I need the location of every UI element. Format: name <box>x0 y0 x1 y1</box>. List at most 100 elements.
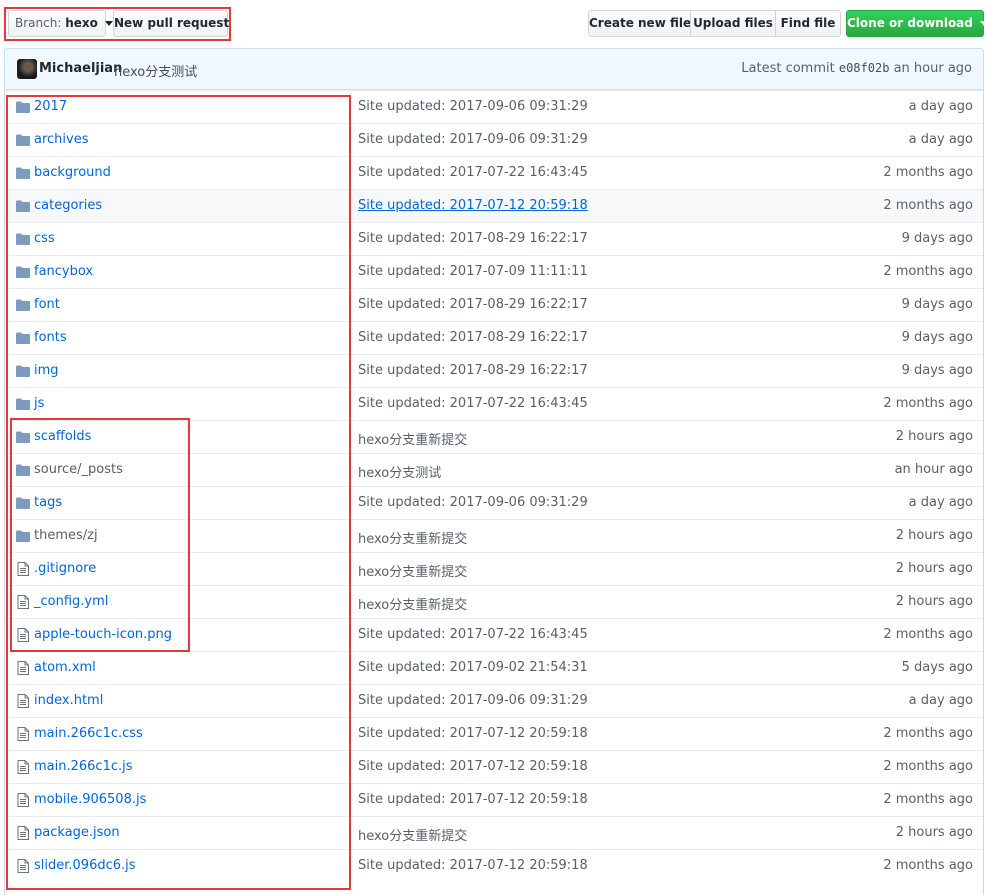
file-name-link[interactable]: archives <box>34 132 89 147</box>
file-row[interactable]: font Site updated: 2017-08-29 16:22:17 9 d… <box>5 288 983 321</box>
commit-message-link[interactable]: hexo分支重新提交 <box>358 528 467 547</box>
file-name-link[interactable]: main.266c1c.css <box>34 726 143 741</box>
file-row[interactable]: apple-touch-icon.png Site updated: 2017-0… <box>5 618 983 651</box>
file-row[interactable]: slider.096dc6.js Site updated: 2017-07-12… <box>5 849 983 882</box>
commit-message-link[interactable]: Site updated: 2017-09-06 09:31:29 <box>358 693 588 708</box>
file-name-link[interactable]: themes/zj <box>34 528 98 543</box>
file-row[interactable]: atom.xml Site updated: 2017-09-02 21:54:3… <box>5 651 983 684</box>
file-row[interactable]: fancybox Site updated: 2017-07-09 11:11:1… <box>5 255 983 288</box>
file-row[interactable]: css Site updated: 2017-08-29 16:22:17 9 da… <box>5 222 983 255</box>
folder-icon <box>16 167 30 179</box>
commit-message-link[interactable]: Site updated: 2017-08-29 16:22:17 <box>358 330 588 345</box>
file-name-link[interactable]: categories <box>34 198 102 213</box>
commit-age: a day ago <box>908 495 973 510</box>
file-row[interactable]: categories Site updated: 2017-07-12 20:59… <box>5 189 983 222</box>
file-name-link[interactable]: slider.096dc6.js <box>34 858 136 873</box>
commit-age: 9 days ago <box>901 297 973 312</box>
branch-name: hexo <box>65 16 98 30</box>
create-new-file-button[interactable]: Create new file <box>588 10 691 37</box>
file-name-link[interactable]: css <box>34 231 55 246</box>
commit-message-link[interactable]: hexo分支测试 <box>114 61 197 80</box>
file-name-link[interactable]: .gitignore <box>34 561 96 576</box>
commit-message-link[interactable]: Site updated: 2017-08-29 16:22:17 <box>358 363 588 378</box>
file-row[interactable]: 2017 Site updated: 2017-09-06 09:31:29 a d… <box>5 90 983 123</box>
file-name-link[interactable]: fonts <box>34 330 67 345</box>
file-row[interactable]: source/_posts hexo分支测试 an hour ago <box>5 453 983 486</box>
file-row[interactable]: scaffolds hexo分支重新提交 2 hours ago <box>5 420 983 453</box>
new-pull-request-button[interactable]: New pull request <box>113 10 229 37</box>
file-name-link[interactable]: atom.xml <box>34 660 96 675</box>
commit-message-link[interactable]: Site updated: 2017-07-12 20:59:18 <box>358 858 588 873</box>
file-name-link[interactable]: source/_posts <box>34 462 123 477</box>
commit-author-link[interactable]: Michaeljian <box>39 61 122 76</box>
commit-message-link[interactable]: Site updated: 2017-07-22 16:43:45 <box>358 627 588 642</box>
commit-message-link[interactable]: hexo分支重新提交 <box>358 594 467 613</box>
caret-down-icon <box>104 21 113 26</box>
file-row[interactable]: archives Site updated: 2017-09-06 09:31:2… <box>5 123 983 156</box>
commit-message-link[interactable]: Site updated: 2017-07-09 11:11:11 <box>358 264 588 279</box>
branch-select-button[interactable]: Branch: hexo <box>8 10 113 37</box>
file-table: 2017 Site updated: 2017-09-06 09:31:29 a d… <box>4 90 984 895</box>
file-row[interactable]: themes/zj hexo分支重新提交 2 hours ago <box>5 519 983 552</box>
commit-message-link[interactable]: Site updated: 2017-07-12 20:59:18 <box>358 726 588 741</box>
file-icon <box>17 760 31 774</box>
find-file-button[interactable]: Find file <box>775 10 841 37</box>
commit-age: 2 hours ago <box>895 825 973 840</box>
file-name-link[interactable]: mobile.906508.js <box>34 792 146 807</box>
file-row[interactable]: background Site updated: 2017-07-22 16:43… <box>5 156 983 189</box>
commit-message-link[interactable]: Site updated: 2017-07-12 20:59:18 <box>358 792 588 807</box>
commit-message-link[interactable]: Site updated: 2017-07-22 16:43:45 <box>358 165 588 180</box>
file-name-link[interactable]: 2017 <box>34 99 67 114</box>
commit-message-link[interactable]: Site updated: 2017-07-22 16:43:45 <box>358 396 588 411</box>
file-row[interactable]: mobile.906508.js Site updated: 2017-07-12… <box>5 783 983 816</box>
file-row[interactable]: tags Site updated: 2017-09-06 09:31:29 a d… <box>5 486 983 519</box>
commit-message-link[interactable]: Site updated: 2017-07-12 20:59:18 <box>358 759 588 774</box>
commit-message-link[interactable]: Site updated: 2017-09-02 21:54:31 <box>358 660 588 675</box>
file-row[interactable]: index.html Site updated: 2017-09-06 09:31… <box>5 684 983 717</box>
clone-label: Clone or download <box>847 16 973 30</box>
commit-age: 2 hours ago <box>895 528 973 543</box>
file-name-link[interactable]: main.266c1c.js <box>34 759 133 774</box>
commit-message-link[interactable]: hexo分支重新提交 <box>358 561 467 580</box>
commit-message-link[interactable]: Site updated: 2017-08-29 16:22:17 <box>358 297 588 312</box>
file-row[interactable]: fonts Site updated: 2017-08-29 16:22:17 9 … <box>5 321 983 354</box>
file-name-link[interactable]: img <box>34 363 59 378</box>
commit-message-link[interactable]: hexo分支重新提交 <box>358 429 467 448</box>
file-name-link[interactable]: background <box>34 165 111 180</box>
commit-age: 9 days ago <box>901 231 973 246</box>
file-name-link[interactable]: fancybox <box>34 264 93 279</box>
commit-age: 9 days ago <box>901 363 973 378</box>
commit-age: 2 months ago <box>883 264 973 279</box>
file-row[interactable]: main.266c1c.js Site updated: 2017-07-12 2… <box>5 750 983 783</box>
commit-age: 2 months ago <box>883 165 973 180</box>
file-row[interactable]: package.json hexo分支重新提交 2 hours ago <box>5 816 983 849</box>
file-row[interactable]: .gitignore hexo分支重新提交 2 hours ago <box>5 552 983 585</box>
commit-message-link[interactable]: Site updated: 2017-08-29 16:22:17 <box>358 231 588 246</box>
commit-message-link[interactable]: Site updated: 2017-09-06 09:31:29 <box>358 495 588 510</box>
file-row[interactable]: img Site updated: 2017-08-29 16:22:17 9 da… <box>5 354 983 387</box>
file-name-link[interactable]: js <box>34 396 44 411</box>
file-name-link[interactable]: font <box>34 297 60 312</box>
clone-or-download-button[interactable]: Clone or download <box>846 10 988 37</box>
file-row[interactable]: _config.yml hexo分支重新提交 2 hours ago <box>5 585 983 618</box>
file-row[interactable]: main.266c1c.css Site updated: 2017-07-12 … <box>5 717 983 750</box>
author-avatar[interactable] <box>17 59 37 79</box>
file-name-link[interactable]: apple-touch-icon.png <box>34 627 172 642</box>
commit-message-link[interactable]: hexo分支测试 <box>358 462 441 481</box>
file-row[interactable]: js Site updated: 2017-07-22 16:43:45 2 mon… <box>5 387 983 420</box>
commit-message-link[interactable]: hexo分支重新提交 <box>358 825 467 844</box>
file-name-link[interactable]: scaffolds <box>34 429 91 444</box>
commit-message-link[interactable]: Site updated: 2017-09-06 09:31:29 <box>358 99 588 114</box>
commit-message-link[interactable]: Site updated: 2017-09-06 09:31:29 <box>358 132 588 147</box>
upload-files-button[interactable]: Upload files <box>690 10 776 37</box>
commit-message-link[interactable]: Site updated: 2017-07-12 20:59:18 <box>358 198 588 213</box>
file-name-link[interactable]: _config.yml <box>34 594 108 609</box>
commit-age: a day ago <box>908 693 973 708</box>
commit-sha-link[interactable]: e08f02b <box>839 61 890 75</box>
file-name-link[interactable]: index.html <box>34 693 103 708</box>
file-name-link[interactable]: package.json <box>34 825 120 840</box>
folder-icon <box>16 200 30 212</box>
file-icon <box>17 628 31 642</box>
folder-icon <box>16 530 30 542</box>
file-name-link[interactable]: tags <box>34 495 62 510</box>
